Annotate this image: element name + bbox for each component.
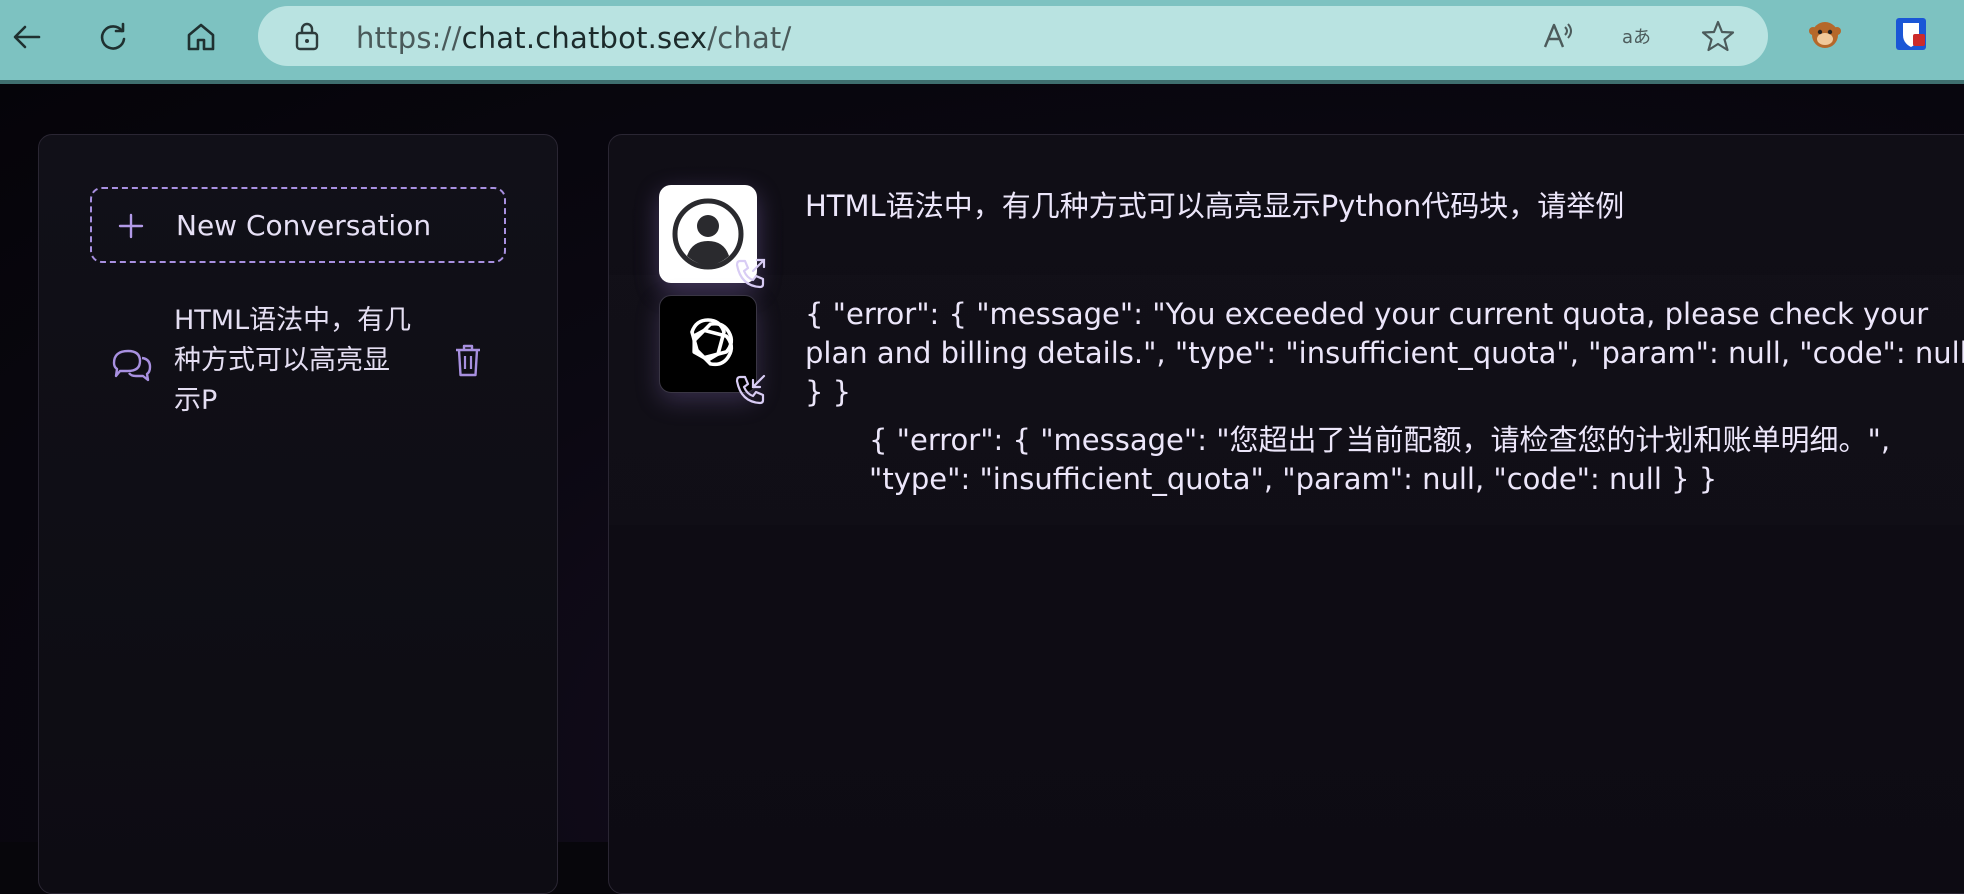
url-host: chat.chatbot.sex (461, 21, 708, 55)
assistant-message-text: { "error": { "message": "You exceeded yo… (805, 297, 1964, 409)
read-aloud-icon (1543, 23, 1572, 48)
user-message: HTML语法中，有几种方式可以高亮显示Python代码块，请举例 (609, 135, 1964, 289)
plus-icon (118, 213, 144, 239)
translate-icon: aあ (1622, 27, 1651, 48)
openai-logo-icon (690, 318, 734, 367)
chat-panel: HTML语法中，有几种方式可以高亮显示Python代码块，请举例 { "erro… (608, 134, 1964, 894)
back-button[interactable] (4, 14, 50, 60)
refresh-button[interactable] (90, 14, 136, 60)
address-bar[interactable]: https://chat.chatbot.sex/chat/ aあ (258, 6, 1768, 66)
assistant-message: { "error": { "message": "You exceeded yo… (609, 275, 1964, 525)
chat-page: New Conversation HTML语法中，有几种方式可以高亮显示P HT… (0, 84, 1964, 894)
home-button[interactable] (178, 14, 224, 60)
assistant-message-translation: { "error": { "message": "您超出了当前配额，请检查您的计… (869, 423, 1891, 496)
read-aloud-button[interactable] (1540, 18, 1576, 54)
home-icon (187, 23, 215, 51)
sidebar: New Conversation HTML语法中，有几种方式可以高亮显示P (38, 134, 558, 894)
url-scheme: https:// (356, 21, 462, 55)
refresh-icon (100, 22, 126, 50)
chat-bubbles-icon (112, 349, 152, 382)
browser-toolbar: https://chat.chatbot.sex/chat/ aあ (0, 0, 1964, 80)
conversation-title: HTML语法中，有几种方式可以高亮显示P (174, 305, 412, 416)
bitwarden-extension-icon[interactable] (1894, 16, 1928, 52)
svg-text:aあ: aあ (1622, 27, 1651, 48)
phone-incoming-icon (735, 374, 766, 405)
back-icon (13, 25, 41, 49)
favorite-star-icon (1701, 20, 1735, 52)
monkey-extension-icon[interactable] (1808, 16, 1842, 52)
user-message-text: HTML语法中，有几种方式可以高亮显示Python代码块，请举例 (805, 189, 1625, 223)
url-path: /chat/ (707, 21, 792, 55)
url-text[interactable]: https://chat.chatbot.sex/chat/ (356, 21, 791, 55)
favorite-button[interactable] (1700, 18, 1736, 54)
trash-icon[interactable] (452, 341, 484, 379)
translate-button[interactable]: aあ (1620, 18, 1656, 54)
conversation-item[interactable]: HTML语法中，有几种方式可以高亮显示P (90, 301, 506, 431)
lock-icon[interactable] (292, 20, 322, 52)
new-conversation-label: New Conversation (176, 209, 432, 242)
new-conversation-button[interactable]: New Conversation (90, 187, 506, 263)
